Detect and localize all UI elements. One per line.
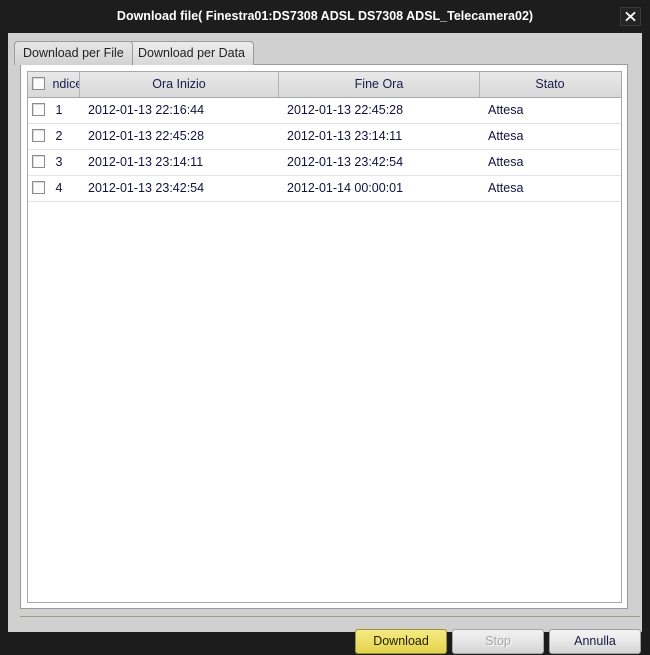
tab-download-per-data[interactable]: Download per Data	[129, 41, 255, 65]
row-stato: Attesa	[488, 103, 524, 117]
tab-strip: Download per File Download per Data	[8, 41, 642, 65]
row-checkbox[interactable]	[32, 103, 45, 117]
row-index-label: 3	[55, 155, 63, 170]
row-index-label: 4	[55, 181, 63, 196]
select-all-checkbox[interactable]	[32, 77, 45, 91]
table-header-indice-label: ndice	[52, 77, 80, 92]
download-table: ndice Ora Inizio Fine Ora Stato 1 2012-0…	[27, 71, 622, 603]
table-row[interactable]: 1 2012-01-13 22:16:44 2012-01-13 22:45:2…	[28, 98, 621, 124]
table-body: 1 2012-01-13 22:16:44 2012-01-13 22:45:2…	[28, 98, 621, 202]
button-bar: Download Stop Annulla	[8, 621, 642, 655]
row-checkbox[interactable]	[32, 181, 45, 195]
tab-download-per-file[interactable]: Download per File	[14, 41, 133, 65]
close-button[interactable]	[620, 7, 641, 26]
table-header-row: ndice Ora Inizio Fine Ora Stato	[28, 72, 621, 98]
title-bar: Download file( Finestra01:DS7308 ADSL DS…	[0, 0, 650, 33]
row-index-label: 1	[55, 103, 63, 118]
row-index-cell: 1	[28, 98, 80, 123]
row-ora-inizio: 2012-01-13 23:42:54	[88, 181, 205, 195]
row-index-label: 2	[55, 129, 63, 144]
table-row[interactable]: 4 2012-01-13 23:42:54 2012-01-14 00:00:0…	[28, 176, 621, 202]
row-ora-inizio: 2012-01-13 22:16:44	[88, 103, 205, 117]
row-fine-ora: 2012-01-13 22:45:28	[287, 103, 404, 117]
row-fine-ora: 2012-01-13 23:14:11	[287, 129, 403, 143]
download-button[interactable]: Download	[355, 629, 447, 654]
row-index-cell: 3	[28, 150, 80, 175]
table-row[interactable]: 3 2012-01-13 23:14:11 2012-01-13 23:42:5…	[28, 150, 621, 176]
table-header-stato[interactable]: Stato	[480, 72, 620, 97]
table-header-ora-inizio[interactable]: Ora Inizio	[80, 72, 279, 97]
row-ora-inizio: 2012-01-13 23:14:11	[88, 155, 204, 169]
download-list-panel: ndice Ora Inizio Fine Ora Stato 1 2012-0…	[20, 64, 628, 609]
dialog-body: Download per File Download per Data ndic…	[8, 33, 642, 654]
row-checkbox[interactable]	[32, 155, 45, 169]
table-header-indice[interactable]: ndice	[28, 72, 80, 97]
window-title: Download file( Finestra01:DS7308 ADSL DS…	[116, 9, 534, 23]
row-ora-inizio: 2012-01-13 22:45:28	[88, 129, 205, 143]
row-stato: Attesa	[488, 129, 524, 143]
table-row[interactable]: 2 2012-01-13 22:45:28 2012-01-13 23:14:1…	[28, 124, 621, 150]
stop-button: Stop	[452, 629, 544, 654]
row-index-cell: 2	[28, 124, 80, 149]
row-stato: Attesa	[488, 181, 524, 195]
close-icon	[625, 11, 636, 22]
row-stato: Attesa	[488, 155, 524, 169]
row-fine-ora: 2012-01-13 23:42:54	[287, 155, 404, 169]
footer-separator	[20, 616, 640, 617]
row-fine-ora: 2012-01-14 00:00:01	[287, 181, 404, 195]
table-header-fine-ora[interactable]: Fine Ora	[279, 72, 480, 97]
row-index-cell: 4	[28, 176, 80, 201]
row-checkbox[interactable]	[32, 129, 45, 143]
download-dialog-window: Download file( Finestra01:DS7308 ADSL DS…	[0, 0, 650, 654]
cancel-button[interactable]: Annulla	[549, 629, 641, 654]
